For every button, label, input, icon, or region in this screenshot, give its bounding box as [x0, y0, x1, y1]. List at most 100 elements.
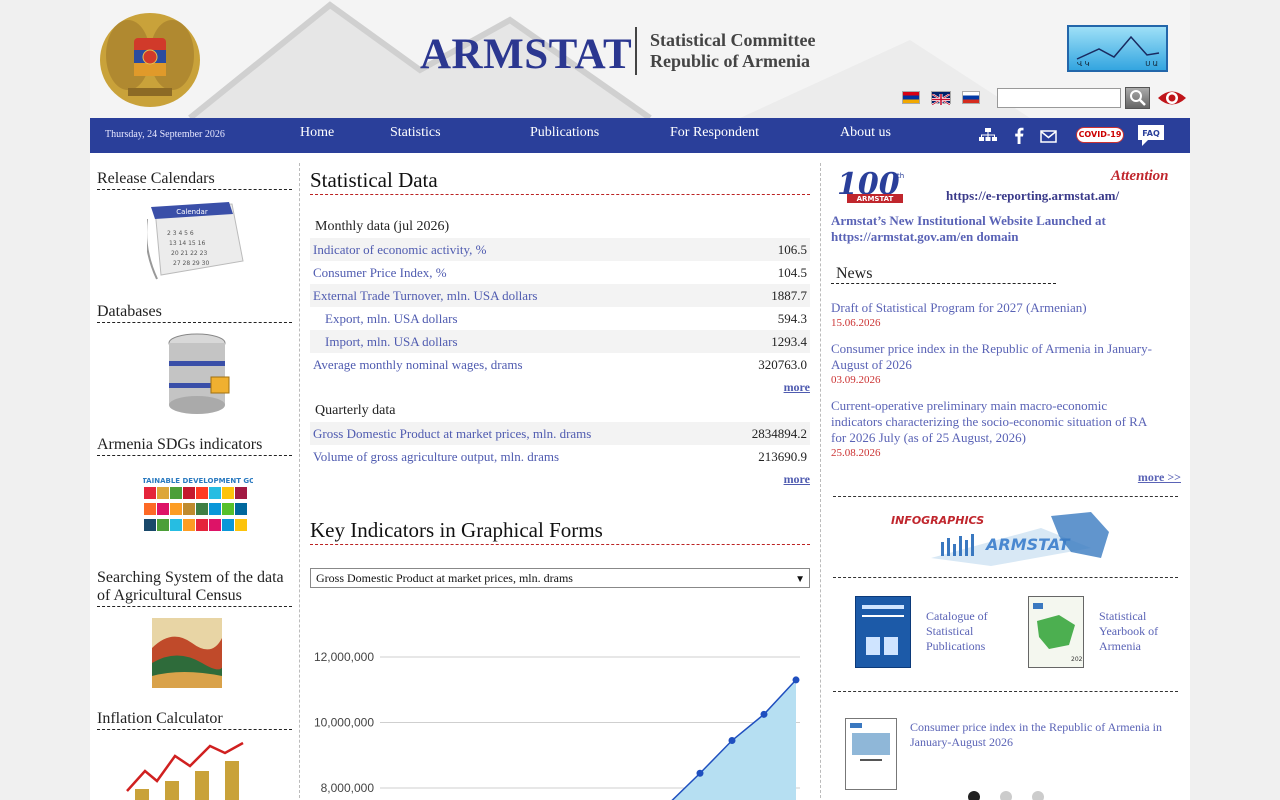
chart-y-tick-label: 8,000,000 — [321, 781, 375, 795]
brand-title[interactable]: ARMSTAT — [420, 30, 632, 79]
sdg-logo-text: SUSTAINABLE DEVELOPMENT GOALS — [143, 477, 253, 485]
quarterly-more-link[interactable]: more — [310, 468, 810, 491]
english-flag-icon[interactable] — [931, 91, 951, 106]
nav-about-us[interactable]: About us — [840, 125, 891, 141]
armstat-100-anniversary-logo[interactable]: 100 th ARMSTAT — [833, 166, 913, 206]
data-row-label[interactable]: Gross Domestic Product at market prices,… — [313, 422, 591, 445]
infographics-label: INFOGRAPHICS — [891, 514, 984, 527]
armenian-flag-icon[interactable] — [902, 91, 920, 104]
data-row[interactable]: Export, mln. USA dollars 594.3 — [310, 307, 810, 330]
statistical-yearbook-cover-icon[interactable]: 2025 — [1028, 596, 1086, 668]
nav-for-respondent[interactable]: For Respondent — [670, 125, 759, 141]
data-row-label[interactable]: Indicator of economic activity, % — [313, 238, 487, 261]
eye-icon[interactable] — [1157, 87, 1187, 109]
chart-data-point[interactable] — [792, 676, 800, 684]
chart-data-point[interactable] — [728, 737, 736, 745]
data-row[interactable]: Indicator of economic activity, % 106.5 — [310, 238, 810, 261]
data-row-label[interactable]: Volume of gross agriculture output, mln.… — [313, 445, 559, 468]
data-row[interactable]: Gross Domestic Product at market prices,… — [310, 422, 810, 445]
more-news-link[interactable]: more >> — [1138, 470, 1181, 485]
news-item-title[interactable]: Draft of Statistical Program for 2027 (A… — [831, 300, 1171, 316]
data-row-label[interactable]: Consumer Price Index, % — [313, 261, 447, 284]
indicator-select-value: Gross Domestic Product at market prices,… — [316, 571, 573, 585]
data-row[interactable]: External Trade Turnover, mln. USA dollar… — [310, 284, 810, 307]
agricultural-census-painting-icon[interactable] — [152, 618, 222, 688]
data-row-label[interactable]: Average monthly nominal wages, drams — [313, 353, 523, 376]
nav-publications[interactable]: Publications — [530, 125, 599, 141]
news-item-date: 15.06.2026 — [831, 317, 881, 329]
russian-flag-icon[interactable] — [962, 91, 980, 104]
attention-label: Attention — [1111, 168, 1169, 184]
sdg-goals-icon[interactable]: SUSTAINABLE DEVELOPMENT GOALS — [143, 475, 253, 545]
indicator-select[interactable]: Gross Domestic Product at market prices,… — [310, 568, 810, 588]
brand-subtitle: Statistical Committee Republic of Armeni… — [650, 30, 815, 72]
facebook-icon[interactable] — [1014, 127, 1024, 144]
database-icon[interactable] — [167, 333, 231, 415]
news-item-title[interactable]: Current-operative preliminary main macro… — [831, 398, 1161, 446]
main-nav: Thursday, 24 September 2026 Home Statist… — [90, 118, 1190, 153]
news-item-title[interactable]: Consumer price index in the Republic of … — [831, 341, 1161, 373]
news-heading: News — [831, 265, 1056, 284]
cpi-publication-cover-icon[interactable] — [845, 718, 897, 790]
svg-text:th: th — [897, 172, 904, 180]
news-item-date: 03.09.2026 — [831, 374, 881, 386]
data-row-label[interactable]: Import, mln. USA dollars — [313, 330, 458, 353]
sdgs-indicators-link[interactable]: Armenia SDGs indicators — [97, 436, 292, 456]
catalogue-publications-link[interactable]: Catalogue of Statistical Publications — [926, 609, 1006, 654]
right-column-divider — [820, 163, 821, 800]
data-row-value: 106.5 — [777, 242, 807, 257]
faq-icon[interactable]: FAQ — [1136, 123, 1166, 147]
statistical-data-heading: Statistical Data — [310, 168, 810, 195]
data-row-value: 594.3 — [777, 311, 807, 326]
data-row-label[interactable]: External Trade Turnover, mln. USA dollar… — [313, 284, 537, 307]
carousel-dot-active[interactable] — [968, 791, 980, 800]
inflation-calculator-link[interactable]: Inflation Calculator — [97, 710, 292, 730]
monthly-data-table: Indicator of economic activity, % 106.5 Co… — [310, 238, 810, 376]
svg-text:13 14 15 16: 13 14 15 16 — [169, 240, 205, 247]
data-row-label[interactable]: Export, mln. USA dollars — [313, 307, 458, 330]
nav-statistics[interactable]: Statistics — [390, 125, 441, 141]
search-input[interactable] — [997, 88, 1121, 108]
faq-label: FAQ — [1142, 129, 1160, 138]
monthly-data-heading: Monthly data (jul 2026) — [315, 219, 450, 234]
indicator-chart[interactable]: 12,000,000 10,000,000 8,000,000 — [310, 600, 810, 800]
calendar-icon[interactable]: Calendar 2 3 4 5 6 13 14 15 16 20 21 22 23… — [147, 199, 245, 281]
chart-data-point[interactable] — [696, 769, 704, 777]
new-website-announcement[interactable]: Armstat’s New Institutional Website Laun… — [831, 213, 1121, 245]
mail-icon[interactable] — [1040, 130, 1057, 143]
monthly-more-link[interactable]: more — [310, 376, 810, 399]
data-row[interactable]: Average monthly nominal wages, drams 3207… — [310, 353, 810, 376]
center-content: Statistical Data Monthly data (jul 2026)… — [310, 163, 810, 800]
statistical-yearbook-link[interactable]: Statistical Yearbook of Armenia — [1099, 609, 1179, 654]
carousel-dot[interactable] — [1000, 791, 1012, 800]
release-calendars-link[interactable]: Release Calendars — [97, 170, 292, 190]
page: ARMSTAT Statistical Committee Republic o… — [90, 0, 1190, 800]
covid-19-button[interactable]: COVID-19 — [1076, 127, 1124, 143]
statistics-logo-icon[interactable]: Վ ԿՍ Ա — [1067, 25, 1168, 72]
data-row[interactable]: Consumer Price Index, % 104.5 — [310, 261, 810, 284]
data-row[interactable]: Volume of gross agriculture output, mln.… — [310, 445, 810, 468]
search-button[interactable] — [1125, 87, 1150, 109]
news-item[interactable]: Current-operative preliminary main macro… — [831, 398, 1171, 460]
chart-y-tick-label: 12,000,000 — [314, 650, 374, 664]
news-item[interactable]: Consumer price index in the Republic of … — [831, 341, 1171, 387]
carousel-dot[interactable] — [1032, 791, 1044, 800]
statistical-catalogue-cover-icon[interactable] — [855, 596, 911, 668]
chart-data-point[interactable] — [760, 710, 768, 718]
nav-home[interactable]: Home — [300, 125, 334, 141]
divider — [833, 577, 1178, 578]
inflation-chart-coins-icon[interactable] — [125, 741, 245, 800]
infographics-banner[interactable]: INFOGRAPHICS ARMSTAT — [891, 508, 1111, 566]
svg-text:2025: 2025 — [1071, 656, 1083, 663]
featured-publication-link[interactable]: Consumer price index in the Republic of … — [910, 720, 1175, 750]
sitemap-icon[interactable] — [979, 127, 997, 143]
databases-link[interactable]: Databases — [97, 303, 292, 323]
divider — [833, 691, 1178, 692]
e-reporting-link[interactable]: https://e-reporting.armstat.am/ — [946, 188, 1119, 204]
brand-subtitle-line1: Statistical Committee — [650, 30, 816, 50]
agricultural-census-search-link[interactable]: Searching System of the data of Agricult… — [97, 569, 292, 607]
data-row[interactable]: Import, mln. USA dollars 1293.4 — [310, 330, 810, 353]
news-item[interactable]: Draft of Statistical Program for 2027 (A… — [831, 300, 1171, 330]
site-header: ARMSTAT Statistical Committee Republic o… — [90, 0, 1190, 118]
svg-text:27 28 29 30: 27 28 29 30 — [173, 260, 209, 267]
